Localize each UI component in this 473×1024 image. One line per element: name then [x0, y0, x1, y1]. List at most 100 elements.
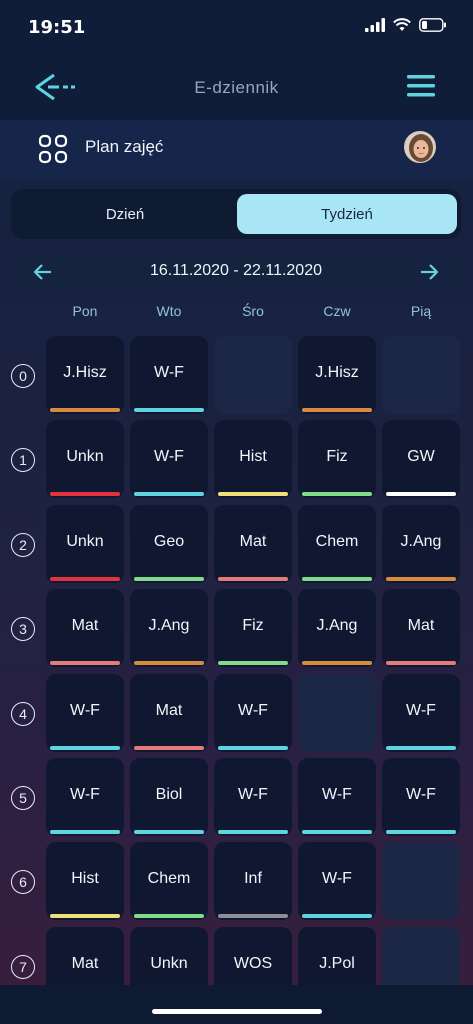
lesson-subject: W-F: [322, 870, 352, 887]
lesson-subject: Chem: [315, 533, 359, 550]
lesson-subject: Geo: [153, 533, 185, 550]
weekday-header: Czw: [323, 303, 351, 319]
subject-color-bar: [50, 830, 120, 834]
toggle-week-button[interactable]: Tydzień: [237, 194, 457, 234]
app-header: E-dziennik: [0, 58, 473, 120]
lesson-subject: Biol: [155, 786, 183, 803]
avatar-image: [405, 132, 435, 162]
lesson-number: 4: [11, 702, 35, 726]
lesson-number: 0: [11, 364, 35, 388]
lesson-cell[interactable]: W-F: [382, 758, 460, 836]
lesson-subject: Inf: [244, 870, 262, 887]
lesson-cell[interactable]: Unkn: [46, 505, 124, 583]
lesson-cell[interactable]: W-F: [298, 758, 376, 836]
menu-button[interactable]: [405, 72, 437, 100]
lesson-cell[interactable]: Geo: [130, 505, 208, 583]
lesson-number: 7: [11, 955, 35, 979]
toggle-day-button[interactable]: Dzień: [15, 194, 235, 234]
lesson-subject: W-F: [406, 786, 436, 803]
lesson-cell[interactable]: Fiz: [298, 420, 376, 498]
lesson-subject: Mat: [407, 617, 435, 634]
empty-lesson-cell: [382, 336, 460, 414]
subject-color-bar: [302, 577, 372, 581]
subject-color-bar: [218, 746, 288, 750]
empty-lesson-cell: [382, 842, 460, 920]
lesson-cell[interactable]: J.Hisz: [298, 336, 376, 414]
lesson-cell[interactable]: J.Ang: [382, 505, 460, 583]
subject-color-bar: [302, 661, 372, 665]
lesson-subject: W-F: [70, 786, 100, 803]
lesson-cell[interactable]: W-F: [46, 758, 124, 836]
lesson-subject: Unkn: [150, 955, 188, 972]
subject-color-bar: [134, 492, 204, 496]
subject-color-bar: [134, 746, 204, 750]
lesson-cell[interactable]: Mat: [46, 589, 124, 667]
view-toggle: Dzień Tydzień: [11, 189, 461, 239]
home-indicator[interactable]: [152, 1009, 322, 1014]
timetable-grid: 0 J.Hisz W-F J.Hisz 1 Unkn W-F Hist Fiz GW 2 Unkn Ge…: [0, 336, 473, 1005]
lesson-subject: Mat: [155, 702, 183, 719]
subject-color-bar: [302, 914, 372, 918]
lesson-subject: Mat: [71, 955, 99, 972]
weekday-header: Pon: [72, 303, 98, 319]
lesson-cell[interactable]: Hist: [46, 842, 124, 920]
date-range-label: 16.11.2020 - 22.11.2020: [150, 262, 322, 279]
lesson-cell[interactable]: Chem: [298, 505, 376, 583]
lesson-cell[interactable]: Mat: [214, 505, 292, 583]
lesson-subject: J.Hisz: [63, 364, 107, 381]
lesson-cell[interactable]: W-F: [298, 842, 376, 920]
lesson-cell[interactable]: W-F: [214, 758, 292, 836]
subject-color-bar: [134, 408, 204, 412]
lesson-cell[interactable]: J.Ang: [130, 589, 208, 667]
lesson-cell[interactable]: Hist: [214, 420, 292, 498]
subject-color-bar: [50, 914, 120, 918]
subject-color-bar: [134, 830, 204, 834]
lesson-cell[interactable]: GW: [382, 420, 460, 498]
lesson-cell[interactable]: W-F: [130, 336, 208, 414]
lesson-cell[interactable]: Inf: [214, 842, 292, 920]
lesson-subject: J.Pol: [319, 955, 355, 972]
subject-color-bar: [50, 661, 120, 665]
subject-color-bar: [134, 914, 204, 918]
lesson-subject: W-F: [238, 786, 268, 803]
lesson-subject: Chem: [147, 870, 191, 887]
subject-color-bar: [302, 830, 372, 834]
subject-color-bar: [302, 492, 372, 496]
lesson-subject: Hist: [239, 448, 267, 465]
subject-color-bar: [50, 577, 120, 581]
lesson-number: 2: [11, 533, 35, 557]
next-week-arrow-icon[interactable]: [417, 260, 441, 284]
avatar[interactable]: [404, 131, 436, 163]
lesson-subject: Fiz: [242, 617, 264, 634]
subject-color-bar: [218, 492, 288, 496]
status-bar: 19:51: [0, 0, 473, 58]
lesson-cell[interactable]: W-F: [46, 674, 124, 752]
lesson-cell[interactable]: Unkn: [46, 420, 124, 498]
lesson-subject: Mat: [71, 617, 99, 634]
lesson-subject: Fiz: [326, 448, 348, 465]
lesson-cell[interactable]: W-F: [382, 674, 460, 752]
subject-color-bar: [386, 746, 456, 750]
subject-color-bar: [50, 408, 120, 412]
lesson-cell[interactable]: J.Hisz: [46, 336, 124, 414]
subject-color-bar: [50, 746, 120, 750]
lesson-cell[interactable]: Mat: [382, 589, 460, 667]
subject-color-bar: [50, 492, 120, 496]
lesson-cell[interactable]: Fiz: [214, 589, 292, 667]
lesson-cell[interactable]: Mat: [130, 674, 208, 752]
section-header: Plan zajęć: [0, 120, 473, 178]
lesson-subject: WOS: [233, 955, 273, 972]
lesson-subject: J.Ang: [316, 617, 358, 634]
lesson-number: 3: [11, 617, 35, 641]
lesson-cell[interactable]: W-F: [214, 674, 292, 752]
lesson-cell[interactable]: Chem: [130, 842, 208, 920]
lesson-cell[interactable]: Biol: [130, 758, 208, 836]
subject-color-bar: [386, 661, 456, 665]
lesson-subject: Mat: [239, 533, 267, 550]
lesson-cell[interactable]: J.Ang: [298, 589, 376, 667]
weekday-headers: Pon Wto Śro Czw Pią: [44, 303, 464, 323]
lesson-cell[interactable]: W-F: [130, 420, 208, 498]
weekday-header: Pią: [410, 303, 432, 319]
lesson-subject: W-F: [406, 702, 436, 719]
lesson-subject: J.Hisz: [315, 364, 359, 381]
